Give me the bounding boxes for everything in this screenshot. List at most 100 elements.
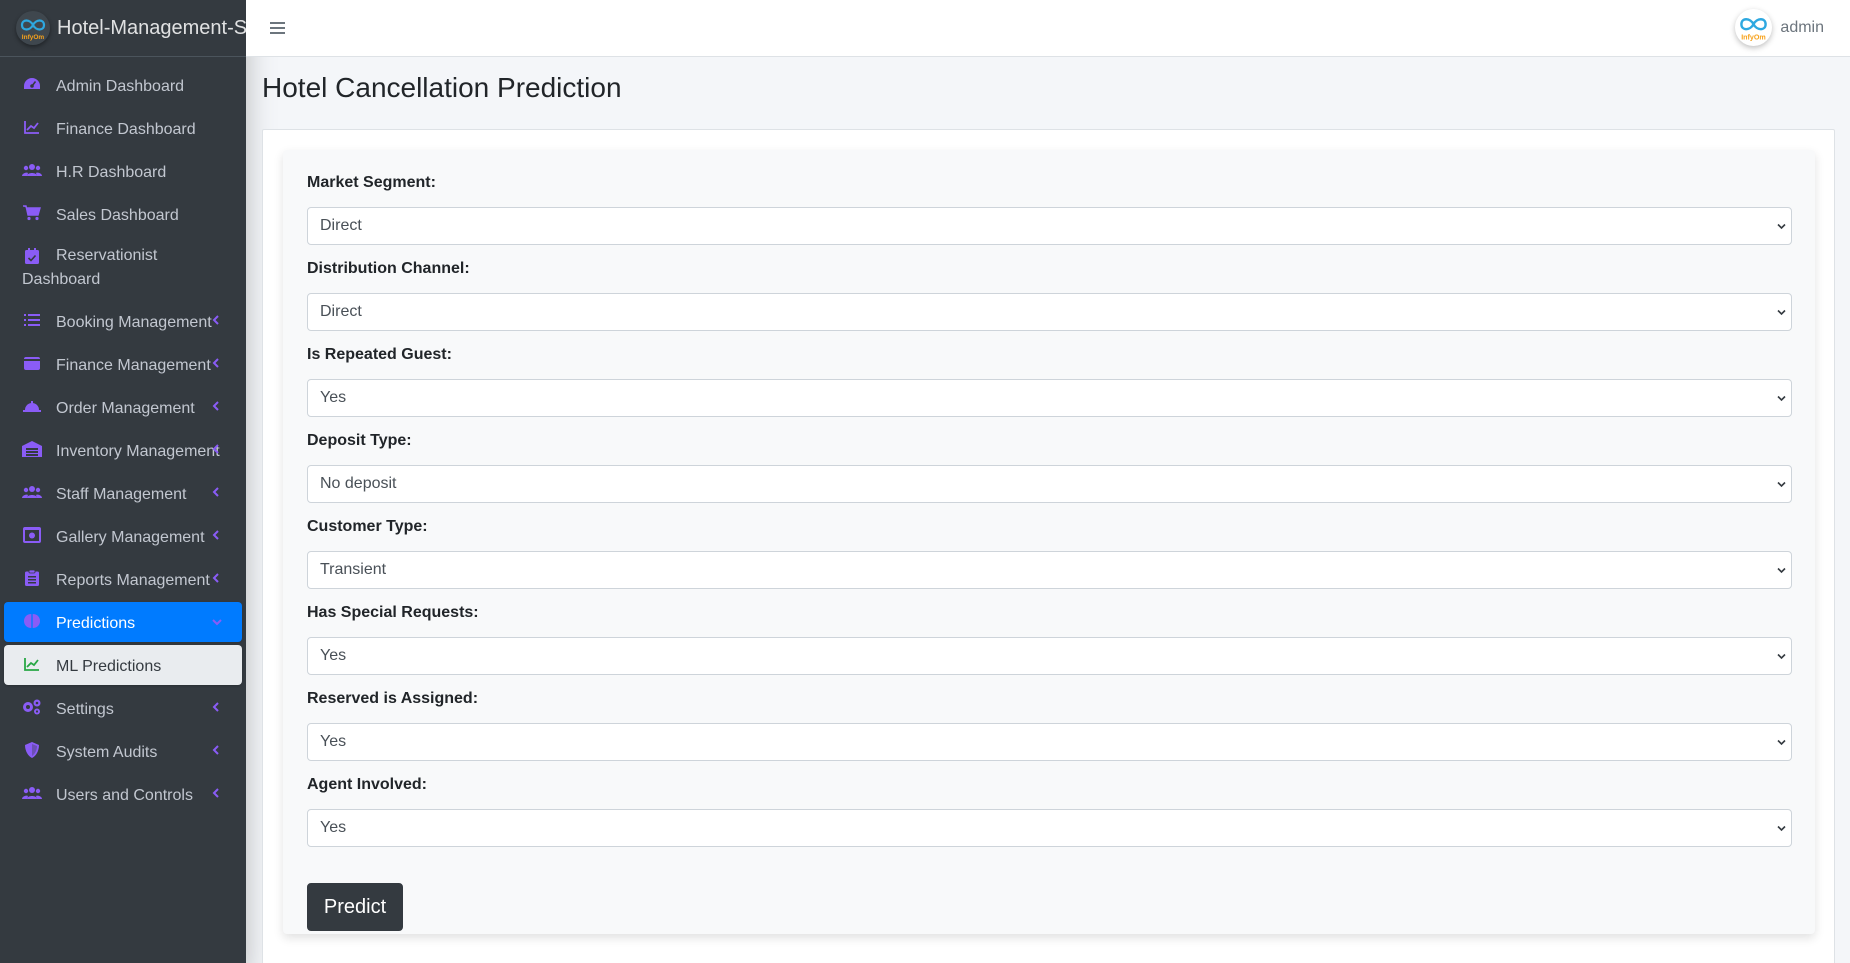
sidebar-item-label: Reports Management [56, 572, 210, 589]
market-segment-select[interactable]: Direct [307, 207, 1792, 245]
distribution-channel-select[interactable]: Direct [307, 293, 1792, 331]
sidebar-item-label: Booking Management [56, 314, 212, 331]
sidebar-item-admin-dashboard[interactable]: Admin Dashboard [4, 65, 242, 105]
agent-involved-select[interactable]: Yes [307, 809, 1792, 847]
gauge-icon [22, 74, 42, 94]
select-value: Yes [320, 647, 347, 664]
sidebar-item-finance-management[interactable]: Finance Management [4, 344, 242, 384]
sidebar-item-label: Predictions [56, 615, 136, 632]
sidebar-item-label: Sales Dashboard [56, 207, 179, 224]
select-value: Yes [320, 819, 347, 836]
bell-concierge-icon [22, 396, 42, 416]
users-icon [22, 482, 42, 502]
sidebar-item-label: Inventory Management [56, 443, 220, 460]
image-icon [22, 525, 42, 545]
line-chart-icon [22, 117, 42, 137]
user-menu[interactable]: InfyOm admin [1735, 9, 1824, 46]
select-value: Direct [320, 217, 362, 234]
has-special-requests-label: Has Special Requests: [307, 604, 479, 621]
sidebar-item-label: System Audits [56, 744, 158, 761]
hamburger-menu-icon[interactable] [270, 20, 286, 36]
is-repeated-guest-select[interactable]: Yes [307, 379, 1792, 417]
sidebar-item-reservationist-dashboard[interactable]: Reservationist Dashboard [4, 237, 242, 298]
brand[interactable]: InfyOm Hotel-Management-S [0, 0, 246, 57]
market-segment-label: Market Segment: [307, 174, 436, 191]
has-special-requests-select[interactable]: Yes [307, 637, 1792, 675]
select-value: Direct [320, 303, 362, 320]
sidebar-item-gallery-management[interactable]: Gallery Management [4, 516, 242, 556]
form-group-agent-involved: Agent Involved: Yes [307, 776, 1792, 847]
top-navbar: InfyOm admin [246, 0, 1850, 57]
predict-button[interactable]: Predict [307, 883, 403, 931]
chevron-left-icon [212, 315, 219, 325]
brain-icon [22, 611, 42, 631]
clipboard-icon [22, 568, 42, 588]
deposit-type-label: Deposit Type: [307, 432, 412, 449]
chevron-down-icon [212, 619, 222, 626]
sidebar-item-booking-management[interactable]: Booking Management [4, 301, 242, 341]
sidebar-item-sales-dashboard[interactable]: Sales Dashboard [4, 194, 242, 234]
avatar: InfyOm [1735, 9, 1773, 46]
prediction-form: Market Segment: Direct Distribution Chan… [283, 150, 1815, 934]
brand-title: Hotel-Management-S [57, 16, 246, 39]
form-group-customer-type: Customer Type: Transient [307, 518, 1792, 589]
chevron-down-icon [1777, 395, 1786, 402]
sidebar-item-label: Finance Dashboard [56, 121, 196, 138]
svg-text:InfyOm: InfyOm [22, 34, 45, 41]
reserved-is-assigned-select[interactable]: Yes [307, 723, 1792, 761]
sidebar-item-staff-management[interactable]: Staff Management [4, 473, 242, 513]
customer-type-label: Customer Type: [307, 518, 428, 535]
sidebar-item-settings[interactable]: Settings [4, 688, 242, 728]
line-chart-icon [22, 654, 42, 674]
cart-icon [22, 203, 42, 223]
chevron-down-icon [1777, 825, 1786, 832]
sidebar-item-label: Users and Controls [56, 787, 193, 804]
chevron-down-icon [1777, 309, 1786, 316]
form-group-reserved-is-assigned: Reserved is Assigned: Yes [307, 690, 1792, 761]
page-title: Hotel Cancellation Prediction [262, 72, 622, 103]
chevron-down-icon [1777, 567, 1786, 574]
sidebar: InfyOm Hotel-Management-S Admin Dashboar… [0, 0, 246, 963]
chevron-down-icon [1777, 481, 1786, 488]
sidebar-item-label: H.R Dashboard [56, 164, 167, 181]
chevron-down-icon [1777, 739, 1786, 746]
sidebar-item-predictions[interactable]: Predictions [4, 602, 242, 642]
chevron-left-icon [212, 573, 219, 583]
sidebar-item-label: Gallery Management [56, 529, 205, 546]
chevron-down-icon [1777, 653, 1786, 660]
sidebar-item-label: Settings [56, 701, 114, 718]
list-icon [22, 310, 42, 330]
distribution-channel-label: Distribution Channel: [307, 260, 470, 277]
users-icon [22, 783, 42, 803]
chevron-left-icon [212, 702, 219, 712]
sidebar-item-ml-predictions[interactable]: ML Predictions [4, 645, 242, 685]
svg-text:InfyOm: InfyOm [1742, 34, 1767, 42]
deposit-type-select[interactable]: No deposit [307, 465, 1792, 503]
sidebar-item-reports-management[interactable]: Reports Management [4, 559, 242, 599]
form-group-has-special-requests: Has Special Requests: Yes [307, 604, 1792, 675]
chevron-left-icon [212, 745, 219, 755]
customer-type-select[interactable]: Transient [307, 551, 1792, 589]
sidebar-nav: Admin Dashboard Finance Dashboard H.R Da… [0, 57, 246, 814]
wallet-icon [22, 353, 42, 373]
sidebar-item-label: Order Management [56, 400, 195, 417]
sidebar-item-finance-dashboard[interactable]: Finance Dashboard [4, 108, 242, 148]
sidebar-item-hr-dashboard[interactable]: H.R Dashboard [4, 151, 242, 191]
chevron-left-icon [212, 358, 219, 368]
select-value: Yes [320, 733, 347, 750]
form-group-deposit-type: Deposit Type: No deposit [307, 432, 1792, 503]
agent-involved-label: Agent Involved: [307, 776, 428, 793]
sidebar-item-system-audits[interactable]: System Audits [4, 731, 242, 771]
select-value: Transient [320, 561, 387, 578]
warehouse-icon [22, 439, 42, 459]
sidebar-item-label: Staff Management [56, 486, 187, 503]
sidebar-item-users-and-controls[interactable]: Users and Controls [4, 774, 242, 814]
chevron-left-icon [212, 401, 219, 411]
sidebar-item-order-management[interactable]: Order Management [4, 387, 242, 427]
prediction-card: Market Segment: Direct Distribution Chan… [262, 129, 1835, 963]
gears-icon [22, 697, 42, 717]
chevron-left-icon [212, 444, 219, 454]
sidebar-item-inventory-management[interactable]: Inventory Management [4, 430, 242, 470]
select-value: Yes [320, 389, 347, 406]
reserved-is-assigned-label: Reserved is Assigned: [307, 690, 479, 707]
